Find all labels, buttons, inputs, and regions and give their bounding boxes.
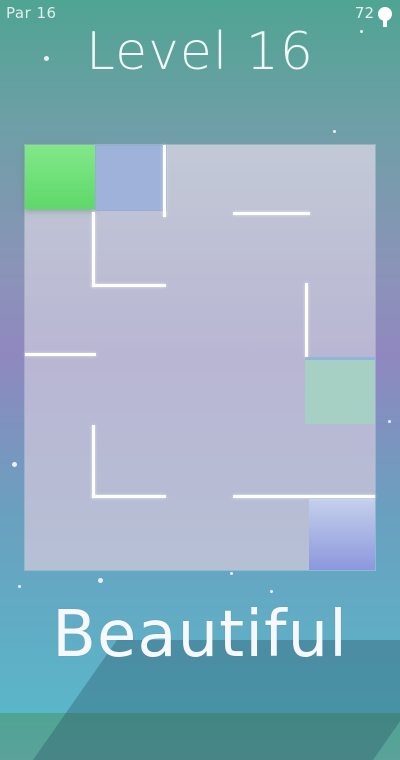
wall [92, 495, 166, 498]
wall [305, 283, 308, 357]
sparkle-dot [388, 420, 391, 423]
level-title: Level 16 [86, 22, 314, 82]
sparkle-dot [230, 572, 233, 575]
wall [163, 145, 166, 217]
tagline: Beautiful [52, 598, 348, 672]
wall [233, 495, 375, 498]
wall [25, 353, 96, 356]
blue-tile [95, 145, 167, 211]
sparkle-dot [270, 590, 273, 593]
game-board[interactable] [25, 145, 375, 570]
wall [92, 212, 95, 287]
par-label: Par 16 [6, 4, 57, 22]
sparkle-dot [18, 585, 21, 588]
coin-count: 72 [354, 4, 374, 22]
goal-tile [309, 499, 375, 570]
wall [92, 425, 95, 498]
sparkle-dot [333, 130, 336, 133]
teal-tile [305, 357, 375, 424]
sparkle-dot [98, 578, 103, 583]
wall [233, 212, 310, 215]
wall [92, 284, 166, 287]
player-tile[interactable] [25, 145, 95, 209]
sparkle-dot [12, 462, 17, 467]
